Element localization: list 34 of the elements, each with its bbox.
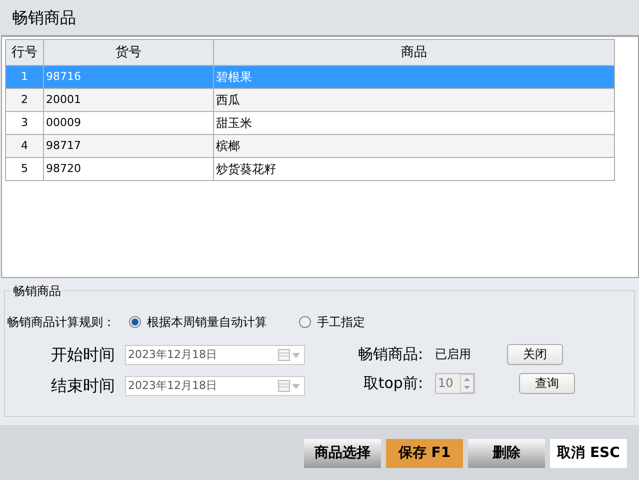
footer-button[interactable]: 删除 — [468, 439, 545, 468]
column-header: 行号 — [6, 40, 44, 66]
table-cell: 2 — [6, 88, 44, 112]
table-cell: 炒货葵花籽 — [214, 158, 614, 180]
radio-option[interactable]: 手工指定 — [299, 313, 365, 331]
footer-button[interactable]: 取消 ESC — [550, 439, 627, 468]
radio-button[interactable] — [129, 316, 141, 328]
table-cell: 1 — [6, 66, 44, 88]
table-cell: 5 — [6, 158, 44, 180]
table-cell: 槟榔 — [214, 134, 614, 158]
query-button[interactable]: 查询 — [519, 372, 575, 394]
option-label: 根据本周销量自动计算 — [147, 314, 267, 331]
column-header: 货号 — [44, 40, 214, 66]
table-cell: 20001 — [44, 88, 214, 112]
end-time-label: 结束时间 — [50, 375, 116, 397]
table-cell: 4 — [6, 134, 44, 158]
start-time-label: 开始时间 — [50, 344, 116, 366]
table-cell: 98716 — [44, 66, 214, 88]
radio-option[interactable]: 根据本周销量自动计算 — [129, 313, 267, 331]
option-label: 手工指定 — [317, 314, 365, 331]
footer-button[interactable]: 保存 F1 — [386, 439, 463, 468]
column-header: 商品 — [214, 40, 614, 66]
radio-button[interactable] — [299, 316, 311, 328]
status-label: 畅销商品: — [356, 344, 423, 365]
status-value: 已启用 — [435, 346, 472, 363]
footer-button[interactable]: 商品选择 — [304, 439, 381, 468]
table-cell: 西瓜 — [214, 88, 614, 112]
rule-label: 畅销商品计算规则： — [7, 314, 115, 331]
table-cell: 98720 — [44, 158, 214, 180]
table-cell: 98717 — [44, 134, 214, 158]
top-label: 取top前: — [362, 372, 423, 394]
window-title: 畅销商品 — [12, 8, 76, 27]
table-cell: 碧根果 — [214, 66, 614, 88]
close-button[interactable]: 关闭 — [507, 344, 563, 364]
